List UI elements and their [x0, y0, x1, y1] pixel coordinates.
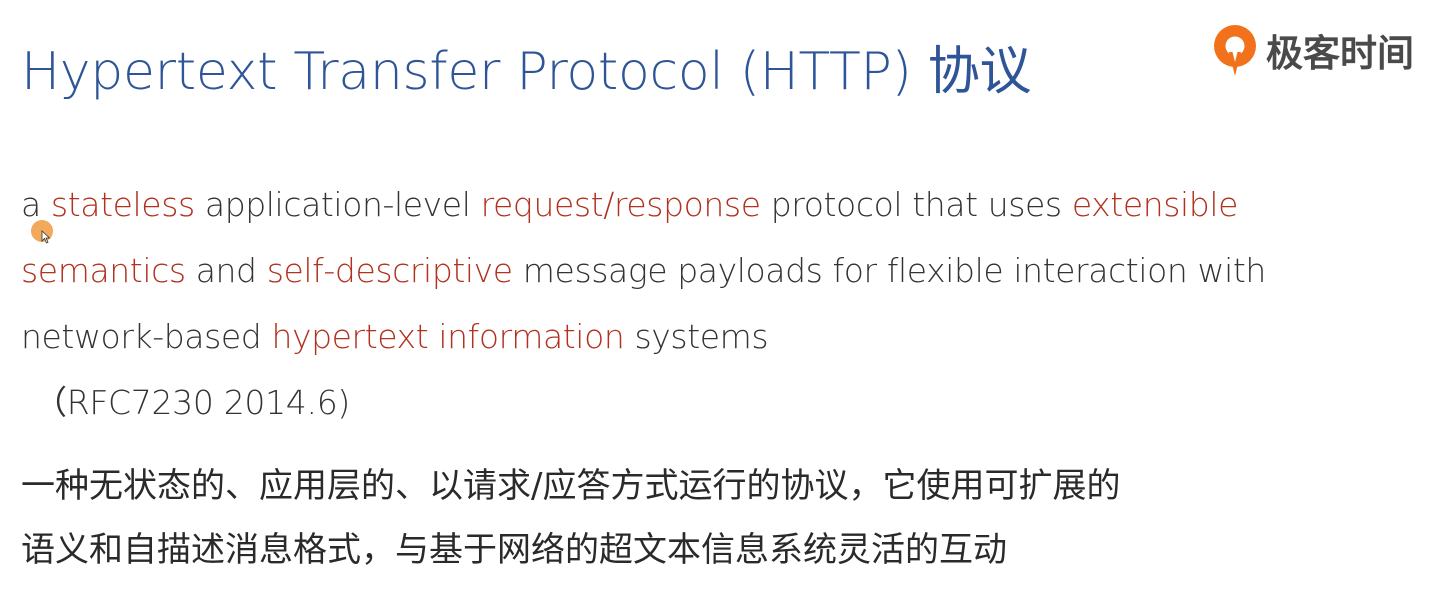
geektime-logo-icon [1214, 25, 1256, 76]
http-definition: a stateless application-level request/re… [21, 172, 1321, 370]
definition-text: and [185, 251, 267, 290]
translation-line-2: 语义和自描述消息格式，与基于网络的超文本信息系统灵活的互动 [21, 530, 1007, 570]
highlight-request-response: request/response [480, 185, 761, 224]
highlight-hypertext-information: hypertext information [271, 317, 625, 356]
definition-text: application-level [194, 185, 481, 224]
translation-line-1: 一种无状态的、应用层的、以请求/应答方式运行的协议，它使用可扩展的 [21, 466, 1121, 506]
logo-text: 极客时间 [1266, 32, 1414, 75]
definition-text: protocol that uses [760, 185, 1072, 224]
definition-text: systems [624, 317, 769, 356]
geektime-logo: 极客时间 [1210, 22, 1414, 78]
mouse-pointer-icon [41, 230, 51, 244]
definition-text: a [21, 185, 51, 224]
slide-title: Hypertext Transfer Protocol (HTTP) 协议 [21, 42, 1032, 102]
chinese-translation: 一种无状态的、应用层的、以请求/应答方式运行的协议，它使用可扩展的 语义和自描述… [21, 454, 1321, 582]
highlight-stateless: stateless [50, 185, 195, 224]
rfc-reference: （RFC7230 2014.6) [34, 383, 350, 422]
highlight-self-descriptive: self-descriptive [266, 251, 513, 290]
